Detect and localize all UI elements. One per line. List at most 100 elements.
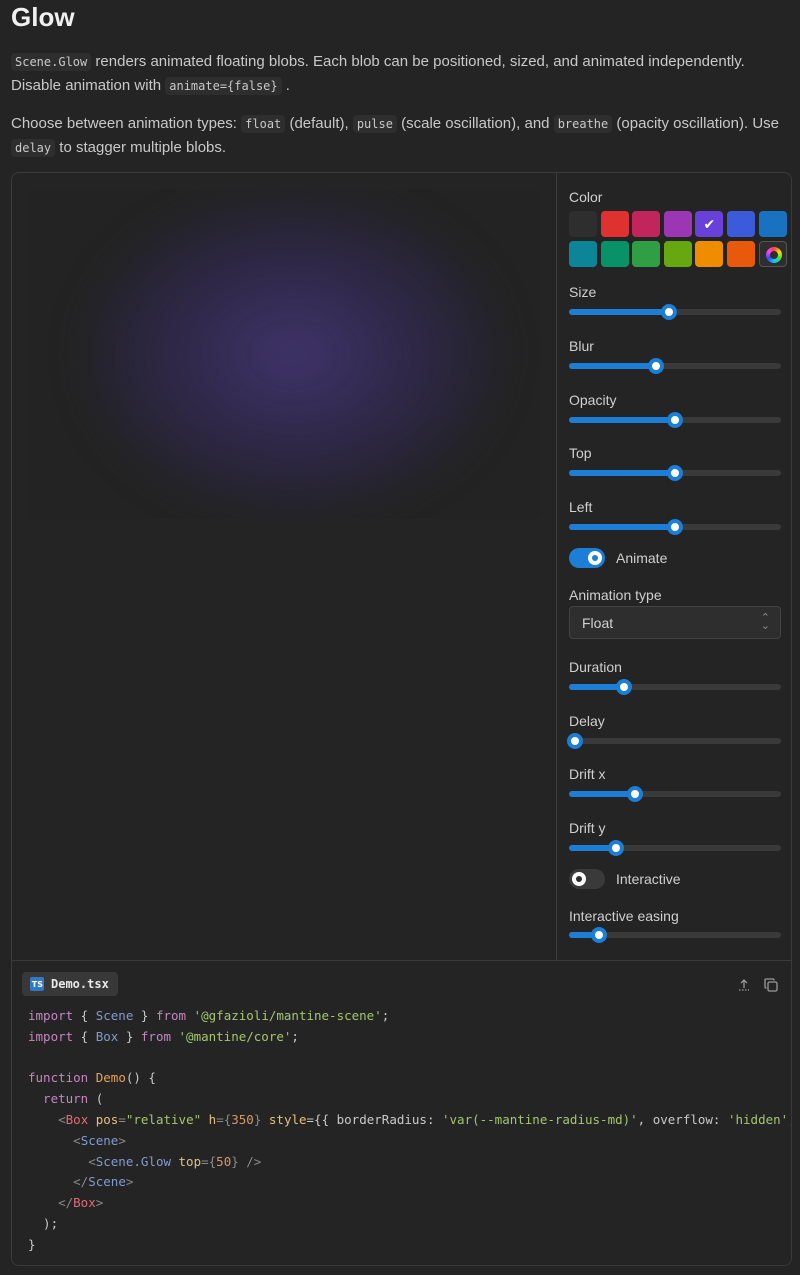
code-token: "relative" bbox=[125, 1111, 202, 1127]
code-token: import bbox=[28, 1028, 74, 1044]
color-picker-button[interactable] bbox=[758, 241, 787, 267]
code-token: < bbox=[28, 1111, 66, 1127]
color-swatch[interactable] bbox=[632, 241, 661, 267]
interactive-easing-label: Interactive easing bbox=[569, 908, 679, 924]
code-token: return bbox=[28, 1091, 89, 1107]
interactive-easing-slider[interactable] bbox=[569, 926, 781, 943]
slider-track[interactable] bbox=[569, 738, 781, 744]
inline-code: pulse bbox=[352, 115, 397, 133]
size-label: Size bbox=[569, 284, 597, 300]
paragraph-text: (scale oscillation), and bbox=[396, 115, 554, 132]
code-token: import bbox=[28, 1008, 74, 1023]
code-token: ; bbox=[381, 1008, 390, 1023]
code-token: { bbox=[73, 1028, 96, 1044]
expand-icon[interactable] bbox=[736, 977, 752, 993]
intro-paragraph: Scene.Glow renders animated floating blo… bbox=[11, 50, 791, 98]
animation-type-select[interactable]: Float ⌃ ⌄ bbox=[569, 606, 781, 639]
slider-thumb[interactable] bbox=[667, 465, 683, 481]
page-title: Glow bbox=[11, 2, 75, 32]
code-token: '@mantine/core' bbox=[171, 1028, 292, 1044]
duration-slider[interactable] bbox=[569, 678, 781, 695]
code-token: h bbox=[201, 1111, 217, 1127]
color-swatch[interactable] bbox=[695, 241, 724, 267]
interactive-switch[interactable] bbox=[569, 869, 605, 889]
paragraph-text: (opacity oscillation). Use bbox=[612, 115, 779, 132]
top-slider[interactable] bbox=[569, 464, 781, 481]
code-token: top bbox=[171, 1153, 202, 1169]
inline-code: delay bbox=[11, 139, 56, 157]
code-panel: TS Demo.tsx import { Scene } from '@gfaz… bbox=[12, 960, 791, 1265]
slider-thumb[interactable] bbox=[661, 304, 677, 320]
code-token: </ bbox=[28, 1195, 74, 1211]
paragraph-text: to stagger multiple blobs. bbox=[55, 139, 227, 156]
code-token: Box bbox=[65, 1111, 89, 1127]
code-token: } bbox=[28, 1236, 36, 1252]
code-token: > bbox=[125, 1174, 134, 1190]
color-swatch[interactable] bbox=[663, 211, 692, 237]
blur-slider[interactable] bbox=[569, 357, 781, 374]
page: Glow Scene.Glow renders animated floatin… bbox=[0, 0, 800, 1275]
blur-label: Blur bbox=[569, 338, 594, 354]
copy-icon[interactable] bbox=[763, 977, 779, 993]
inline-code: animate={false} bbox=[165, 77, 282, 95]
interactive-label: Interactive bbox=[616, 871, 681, 887]
drift-x-label: Drift x bbox=[569, 766, 606, 782]
slider-thumb[interactable] bbox=[567, 733, 583, 749]
color-swatch[interactable] bbox=[632, 211, 661, 237]
animate-switch[interactable] bbox=[569, 548, 605, 568]
code-token: ); bbox=[28, 1215, 59, 1231]
code-token: Demo bbox=[88, 1070, 126, 1086]
delay-slider[interactable] bbox=[567, 732, 781, 749]
inline-code: Scene.Glow bbox=[11, 53, 92, 71]
drift-y-slider[interactable] bbox=[569, 839, 781, 856]
code-token: </ bbox=[28, 1174, 89, 1190]
code-token: Scene.Glow bbox=[95, 1153, 171, 1169]
slider-thumb[interactable] bbox=[667, 412, 683, 428]
color-label: Color bbox=[569, 189, 603, 205]
color-swatch[interactable] bbox=[569, 241, 597, 267]
code-token: } bbox=[133, 1008, 156, 1023]
code-token: function bbox=[28, 1070, 89, 1086]
animate-label: Animate bbox=[616, 550, 668, 566]
code-token: } bbox=[253, 1111, 269, 1127]
inline-code: breathe bbox=[553, 115, 613, 133]
color-swatch[interactable] bbox=[727, 211, 755, 237]
delay-label: Delay bbox=[569, 713, 605, 729]
demo-container: Color ✔ Size Blur Opacity Top Left Anima… bbox=[11, 172, 792, 1266]
drift-y-label: Drift y bbox=[569, 820, 606, 836]
color-swatch[interactable] bbox=[600, 241, 629, 267]
color-swatch[interactable] bbox=[663, 241, 692, 267]
animation-types-paragraph: Choose between animation types: float (d… bbox=[11, 112, 791, 160]
paragraph-text: (default), bbox=[285, 115, 353, 132]
slider-thumb[interactable] bbox=[616, 679, 632, 695]
color-swatch[interactable] bbox=[758, 211, 787, 237]
color-wheel-icon bbox=[765, 247, 782, 263]
code-token: () { bbox=[125, 1070, 156, 1086]
code-token: from bbox=[140, 1028, 171, 1044]
scene-box bbox=[28, 189, 541, 519]
color-swatch[interactable] bbox=[600, 211, 629, 237]
code-token: > bbox=[118, 1132, 126, 1148]
color-swatch[interactable] bbox=[727, 241, 755, 267]
code-token: '@gfazioli/mantine-scene' bbox=[186, 1008, 382, 1023]
size-slider[interactable] bbox=[569, 303, 781, 320]
code-token: 50 bbox=[216, 1153, 232, 1169]
slider-thumb[interactable] bbox=[627, 786, 643, 802]
slider-thumb[interactable] bbox=[608, 840, 624, 856]
slider-thumb[interactable] bbox=[648, 358, 664, 374]
slider-fill bbox=[569, 791, 635, 797]
slider-thumb[interactable] bbox=[591, 927, 607, 943]
opacity-slider[interactable] bbox=[569, 411, 781, 428]
code-token: } /> bbox=[231, 1153, 262, 1169]
slider-fill bbox=[569, 524, 675, 530]
slider-thumb[interactable] bbox=[667, 519, 683, 535]
color-swatch[interactable] bbox=[569, 211, 597, 237]
file-tab[interactable]: TS Demo.tsx bbox=[22, 972, 118, 996]
left-slider[interactable] bbox=[569, 518, 781, 535]
code-token: 'var(--mantine-radius-md)' bbox=[442, 1111, 638, 1127]
paragraph-text: renders animated floating blobs. Each bl… bbox=[11, 53, 745, 94]
drift-x-slider[interactable] bbox=[569, 785, 781, 802]
code-token: , b bbox=[788, 1112, 791, 1127]
left-label: Left bbox=[569, 499, 593, 515]
color-swatch[interactable]: ✔ bbox=[695, 211, 724, 237]
